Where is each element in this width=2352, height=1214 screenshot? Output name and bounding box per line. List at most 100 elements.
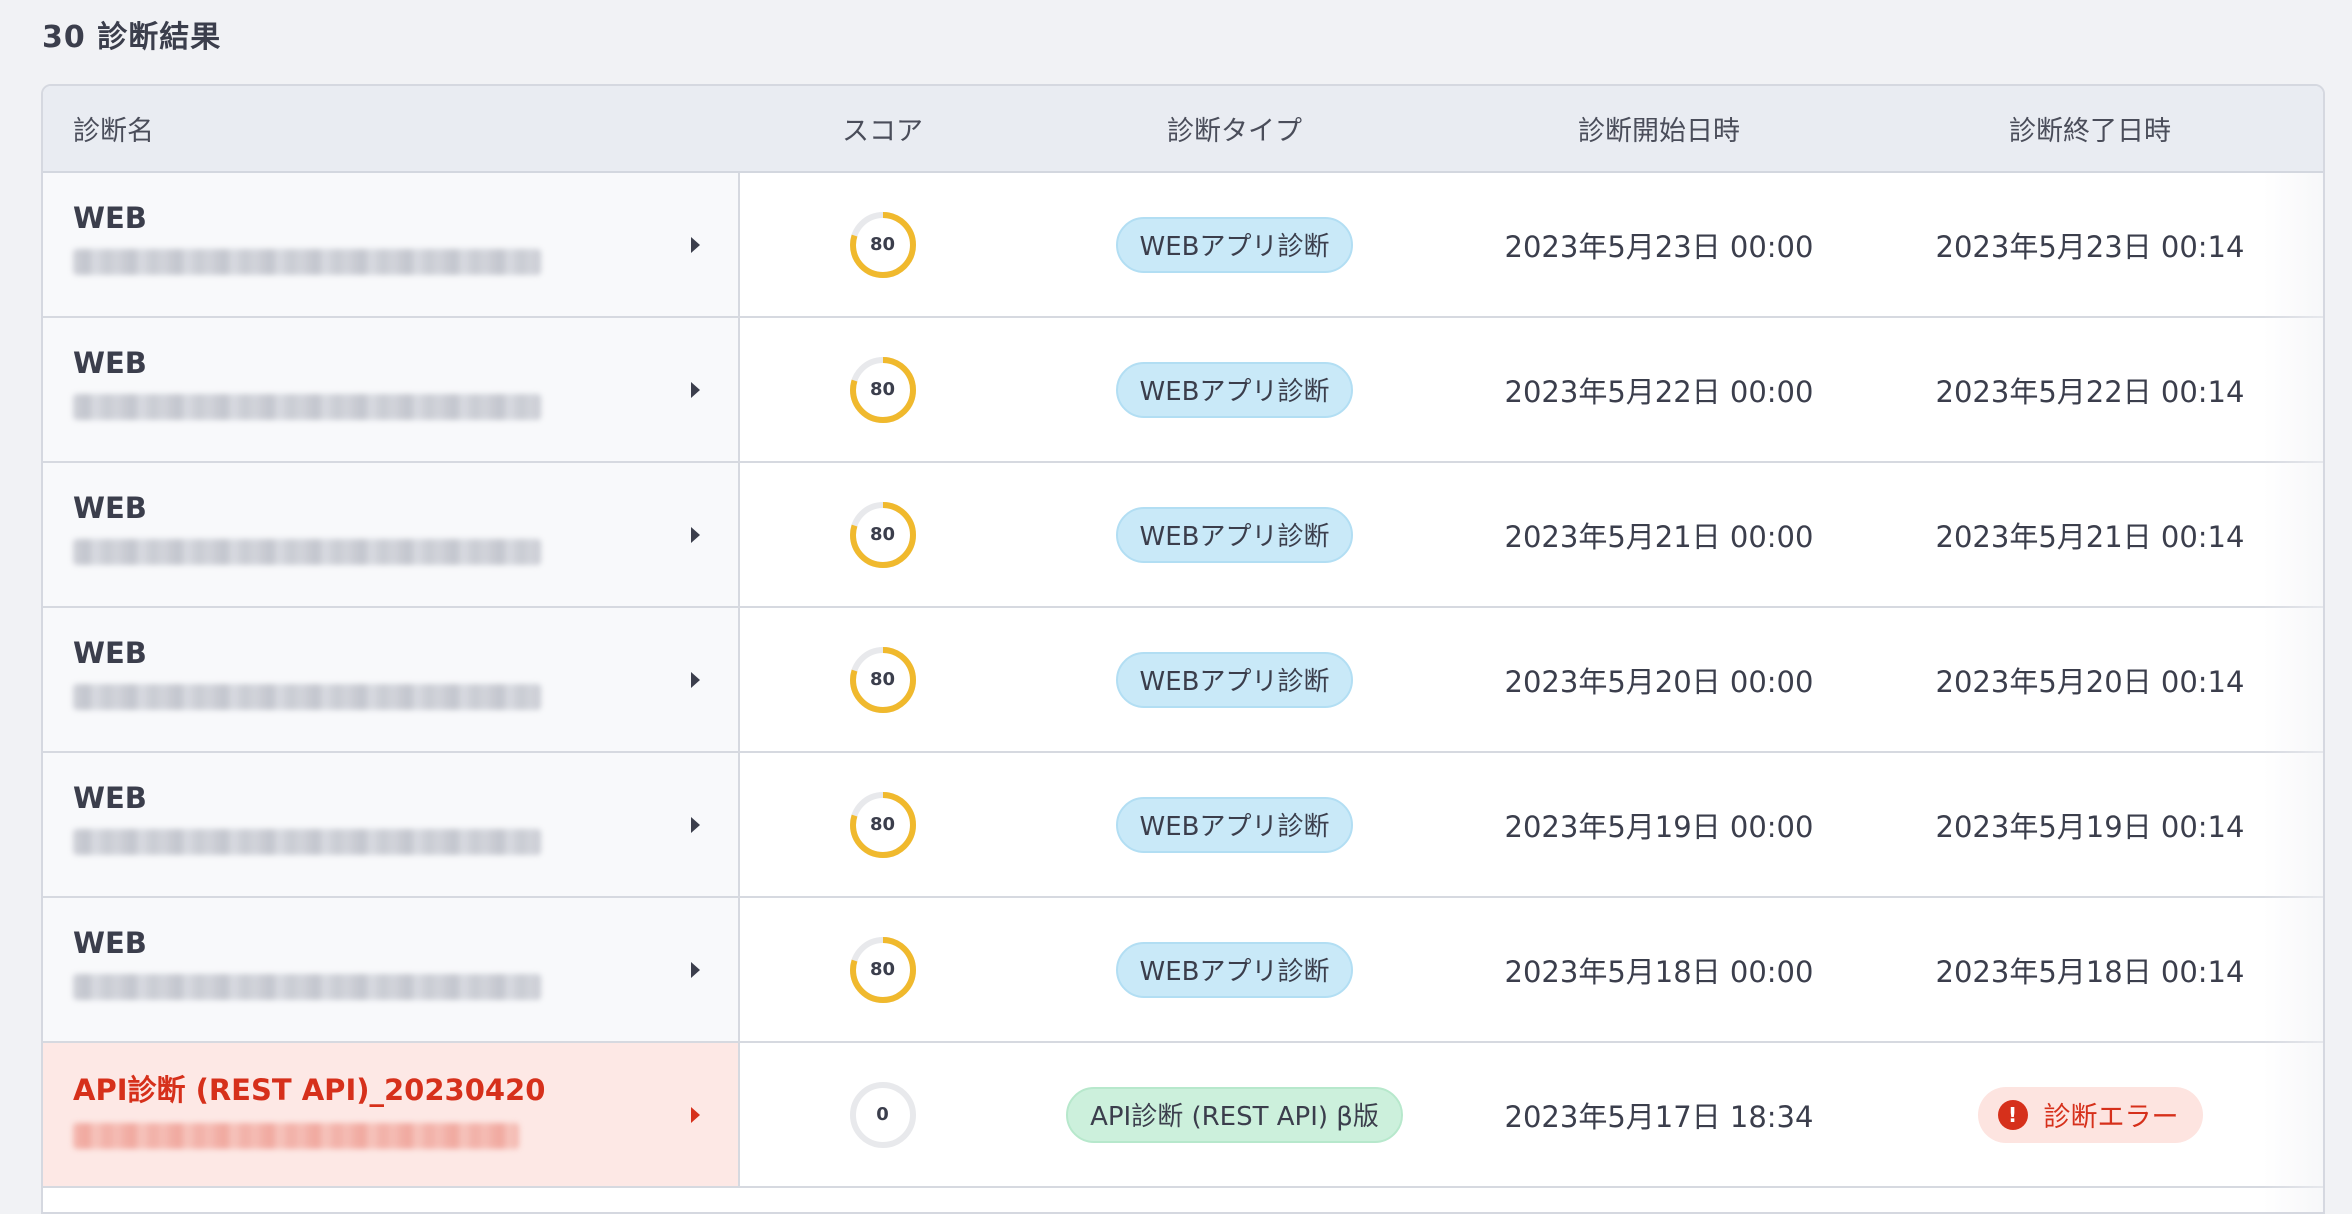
end-cell: 2023年5月18日 00:14 (1874, 898, 2306, 1041)
diagnosis-name-cell[interactable]: WEB (43, 898, 740, 1041)
diagnosis-type-badge: WEBアプリ診断 (1115, 506, 1354, 563)
score-cell: 80 (740, 318, 1025, 461)
blurred-target-url (73, 973, 541, 1000)
score-cell: 80 (740, 898, 1025, 1041)
column-header-end[interactable]: 診断終了日時 (1874, 86, 2306, 171)
start-datetime: 2023年5月22日 00:00 (1504, 374, 1814, 409)
error-status-label: 診断エラー (2043, 1102, 2179, 1133)
blurred-target-url (73, 393, 541, 420)
results-table: 診断名 スコア 診断タイプ 診断開始日時 診断終了日時 WEB 80 WEBアプリ診… (41, 84, 2325, 1214)
start-cell: 2023年5月23日 00:00 (1444, 173, 1874, 316)
diagnosis-type-badge: WEBアプリ診断 (1115, 361, 1354, 418)
score-cell: 80 (740, 608, 1025, 751)
end-datetime: 2023年5月23日 00:14 (1935, 229, 2245, 264)
diagnosis-name[interactable]: API診断 (REST API)_20230420 (73, 1067, 545, 1109)
table-row[interactable]: WEB 80 WEBアプリ診断 2023年5月23日 00:00 2023年5月23日 … (43, 173, 2323, 318)
chevron-right-icon[interactable] (691, 381, 700, 398)
start-cell: 2023年5月17日 18:34 (1444, 1043, 1874, 1186)
type-cell: WEBアプリ診断 (1025, 898, 1444, 1041)
end-datetime: 2023年5月19日 00:14 (1935, 809, 2245, 844)
start-cell: 2023年5月19日 00:00 (1444, 753, 1874, 896)
chevron-right-icon[interactable] (691, 671, 700, 688)
end-datetime: 2023年5月21日 00:14 (1935, 519, 2245, 554)
score-value: 0 (876, 1104, 889, 1125)
start-cell: 2023年5月21日 00:00 (1444, 463, 1874, 606)
start-cell: 2023年5月22日 00:00 (1444, 318, 1874, 461)
blurred-target-url (73, 683, 541, 710)
diagnosis-name-cell[interactable]: WEB (43, 608, 740, 751)
blurred-target-url (73, 538, 541, 565)
type-cell: API診断 (REST API) β版 (1025, 1043, 1444, 1186)
column-header-score[interactable]: スコア (740, 86, 1025, 171)
score-value: 80 (869, 524, 896, 545)
type-cell: WEBアプリ診断 (1025, 173, 1444, 316)
diagnosis-type-badge: WEBアプリ診断 (1115, 651, 1354, 708)
start-datetime: 2023年5月20日 00:00 (1504, 664, 1814, 699)
diagnosis-name[interactable]: WEB (73, 346, 147, 380)
blurred-target-url (73, 828, 541, 855)
end-cell: 2023年5月20日 00:14 (1874, 608, 2306, 751)
score-value: 80 (869, 669, 896, 690)
end-cell: ! 診断エラー (1874, 1043, 2306, 1186)
end-datetime: 2023年5月22日 00:14 (1935, 374, 2245, 409)
diagnosis-type-badge: WEBアプリ診断 (1115, 216, 1354, 273)
diagnosis-name[interactable]: WEB (73, 926, 147, 960)
diagnosis-name-cell[interactable]: WEB (43, 318, 740, 461)
score-gauge: 80 (847, 499, 919, 571)
blurred-target-url (73, 1122, 519, 1149)
chevron-right-icon[interactable] (691, 961, 700, 978)
table-body: WEB 80 WEBアプリ診断 2023年5月23日 00:00 2023年5月23日 … (43, 173, 2323, 1188)
table-row[interactable]: WEB 80 WEBアプリ診断 2023年5月19日 00:00 2023年5月19日 … (43, 753, 2323, 898)
diagnosis-name-cell[interactable]: API診断 (REST API)_20230420 (43, 1043, 740, 1186)
start-datetime: 2023年5月21日 00:00 (1504, 519, 1814, 554)
start-datetime: 2023年5月19日 00:00 (1504, 809, 1814, 844)
score-cell: 80 (740, 463, 1025, 606)
score-cell: 80 (740, 173, 1025, 316)
start-datetime: 2023年5月23日 00:00 (1504, 229, 1814, 264)
end-cell: 2023年5月19日 00:14 (1874, 753, 2306, 896)
chevron-right-icon[interactable] (691, 816, 700, 833)
score-value: 80 (869, 379, 896, 400)
end-cell: 2023年5月23日 00:14 (1874, 173, 2306, 316)
table-row[interactable]: WEB 80 WEBアプリ診断 2023年5月20日 00:00 2023年5月20日 … (43, 608, 2323, 753)
table-row[interactable]: WEB 80 WEBアプリ診断 2023年5月21日 00:00 2023年5月21日 … (43, 463, 2323, 608)
column-header-type[interactable]: 診断タイプ (1025, 86, 1444, 171)
chevron-right-icon[interactable] (691, 1106, 700, 1123)
table-row[interactable]: API診断 (REST API)_20230420 0 API診断 (REST AP… (43, 1043, 2323, 1188)
score-gauge: 80 (847, 934, 919, 1006)
exclamation-circle-icon: ! (1997, 1099, 2028, 1130)
type-cell: WEBアプリ診断 (1025, 753, 1444, 896)
score-value: 80 (869, 234, 896, 255)
type-cell: WEBアプリ診断 (1025, 608, 1444, 751)
page-title: 30 診断結果 (42, 20, 222, 55)
table-row[interactable]: WEB 80 WEBアプリ診断 2023年5月18日 00:00 2023年5月18日 … (43, 898, 2323, 1043)
table-header: 診断名 スコア 診断タイプ 診断開始日時 診断終了日時 (43, 86, 2323, 173)
start-cell: 2023年5月18日 00:00 (1444, 898, 1874, 1041)
score-cell: 80 (740, 753, 1025, 896)
diagnosis-name-cell[interactable]: WEB (43, 463, 740, 606)
table-row[interactable]: WEB 80 WEBアプリ診断 2023年5月22日 00:00 2023年5月22日 … (43, 318, 2323, 463)
start-cell: 2023年5月20日 00:00 (1444, 608, 1874, 751)
blurred-target-url (73, 248, 541, 275)
diagnosis-name[interactable]: WEB (73, 491, 147, 525)
chevron-right-icon[interactable] (691, 236, 700, 253)
column-header-name[interactable]: 診断名 (43, 86, 740, 171)
error-status-badge: ! 診断エラー (1977, 1086, 2203, 1143)
chevron-right-icon[interactable] (691, 526, 700, 543)
diagnosis-name[interactable]: WEB (73, 781, 147, 815)
column-header-start[interactable]: 診断開始日時 (1444, 86, 1874, 171)
diagnosis-type-badge: WEBアプリ診断 (1115, 941, 1354, 998)
diagnosis-name-cell[interactable]: WEB (43, 753, 740, 896)
diagnosis-name[interactable]: WEB (73, 636, 147, 670)
score-gauge: 80 (847, 789, 919, 861)
score-cell: 0 (740, 1043, 1025, 1186)
score-gauge: 80 (847, 354, 919, 426)
diagnosis-name[interactable]: WEB (73, 201, 147, 235)
end-datetime: 2023年5月18日 00:14 (1935, 954, 2245, 989)
diagnosis-name-cell[interactable]: WEB (43, 173, 740, 316)
score-gauge: 80 (847, 209, 919, 281)
end-cell: 2023年5月22日 00:14 (1874, 318, 2306, 461)
diagnosis-type-badge: WEBアプリ診断 (1115, 796, 1354, 853)
start-datetime: 2023年5月17日 18:34 (1504, 1099, 1814, 1134)
score-value: 80 (869, 959, 896, 980)
